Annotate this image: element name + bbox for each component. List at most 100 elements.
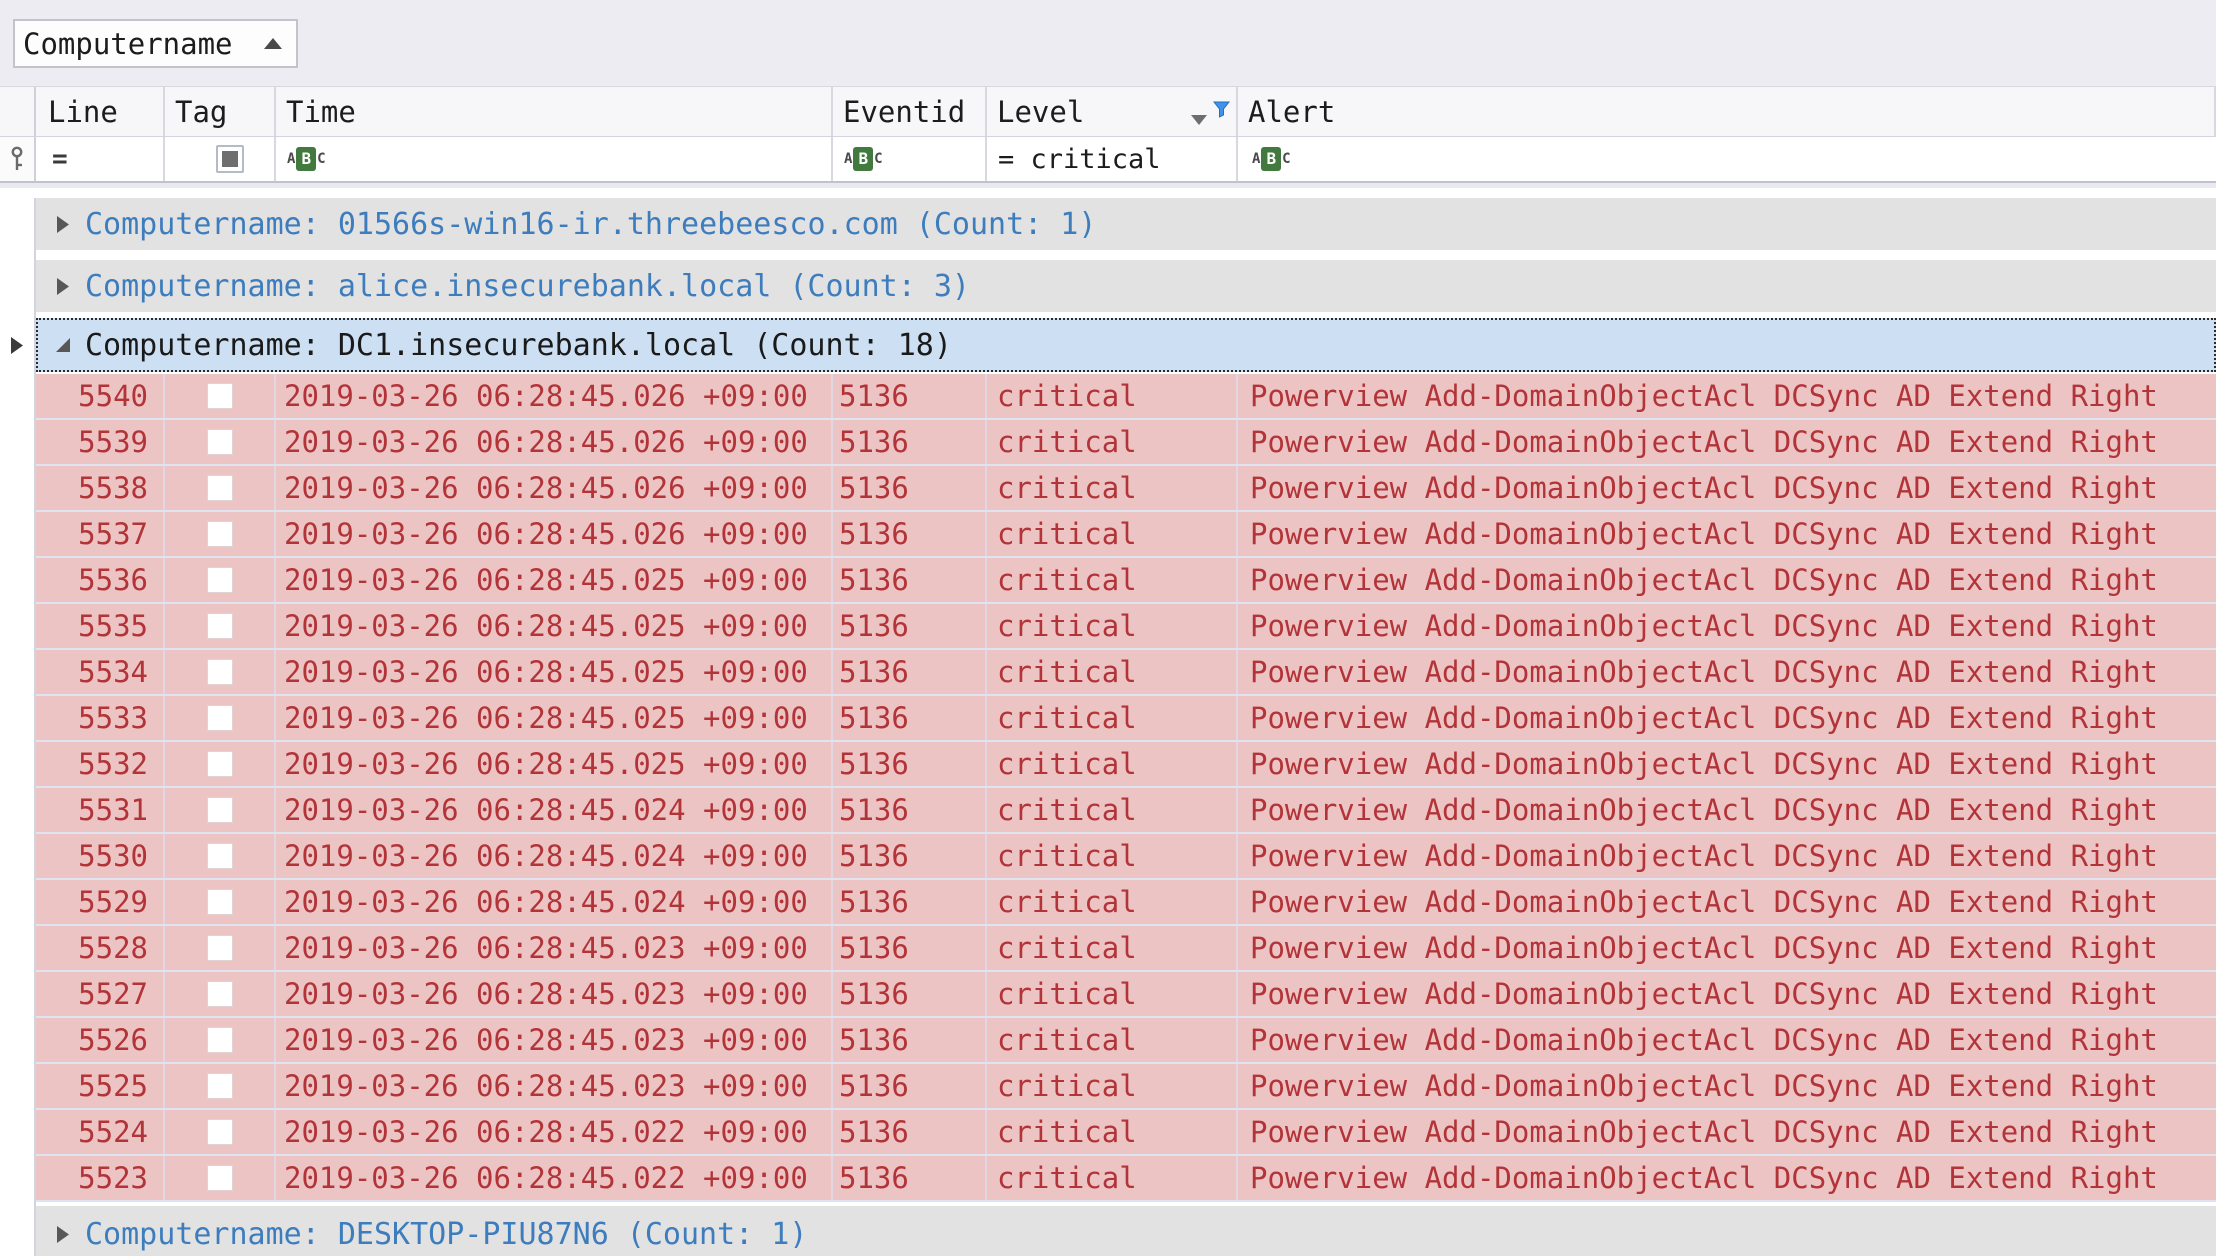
cell-time[interactable]: 2019-03-26 06:28:45.023 +09:00 [276,972,833,1016]
cell-eventid[interactable]: 5136 [833,604,987,648]
table-row[interactable]: 5538 2019-03-26 06:28:45.026 +09:00 5136… [36,466,2216,512]
cell-line[interactable]: 5528 [36,926,165,970]
cell-eventid[interactable]: 5136 [833,788,987,832]
cell-alert[interactable]: Powerview Add-DomainObjectAcl DCSync AD … [1238,1018,2216,1062]
cell-eventid[interactable]: 5136 [833,558,987,602]
tag-checkbox[interactable] [207,1073,233,1099]
cell-alert[interactable]: Powerview Add-DomainObjectAcl DCSync AD … [1238,650,2216,694]
filter-cell-level[interactable]: = critical [987,137,1238,181]
cell-level[interactable]: critical [987,742,1238,786]
table-row[interactable]: 5524 2019-03-26 06:28:45.022 +09:00 5136… [36,1110,2216,1156]
cell-line[interactable]: 5525 [36,1064,165,1108]
cell-line[interactable]: 5530 [36,834,165,878]
cell-level[interactable]: critical [987,972,1238,1016]
cell-line[interactable]: 5526 [36,1018,165,1062]
cell-alert[interactable]: Powerview Add-DomainObjectAcl DCSync AD … [1238,926,2216,970]
cell-alert[interactable]: Powerview Add-DomainObjectAcl DCSync AD … [1238,1064,2216,1108]
cell-level[interactable]: critical [987,374,1238,418]
column-header-time[interactable]: Time [276,87,833,136]
cell-time[interactable]: 2019-03-26 06:28:45.026 +09:00 [276,512,833,556]
group-collapsed-icon[interactable] [57,278,69,295]
abc-filter-type-icon[interactable]: ABC [287,147,326,171]
cell-line[interactable]: 5523 [36,1156,165,1200]
tag-checkbox[interactable] [207,383,233,409]
table-row[interactable]: 5531 2019-03-26 06:28:45.024 +09:00 5136… [36,788,2216,834]
group-expanded-icon[interactable] [56,338,70,352]
tag-checkbox[interactable] [207,1119,233,1145]
table-row[interactable]: 5536 2019-03-26 06:28:45.025 +09:00 5136… [36,558,2216,604]
cell-time[interactable]: 2019-03-26 06:28:45.022 +09:00 [276,1156,833,1200]
tag-checkbox[interactable] [207,935,233,961]
cell-eventid[interactable]: 5136 [833,512,987,556]
table-row[interactable]: 5526 2019-03-26 06:28:45.023 +09:00 5136… [36,1018,2216,1064]
cell-line[interactable]: 5536 [36,558,165,602]
table-row[interactable]: 5528 2019-03-26 06:28:45.023 +09:00 5136… [36,926,2216,972]
cell-line[interactable]: 5529 [36,880,165,924]
tag-checkbox[interactable] [207,889,233,915]
group-collapsed-icon[interactable] [57,1226,69,1243]
cell-time[interactable]: 2019-03-26 06:28:45.024 +09:00 [276,880,833,924]
cell-line[interactable]: 5524 [36,1110,165,1154]
cell-eventid[interactable]: 5136 [833,926,987,970]
table-row[interactable]: 5529 2019-03-26 06:28:45.024 +09:00 5136… [36,880,2216,926]
cell-alert[interactable]: Powerview Add-DomainObjectAcl DCSync AD … [1238,1156,2216,1200]
active-filter-funnel-icon[interactable] [1213,101,1230,118]
table-row[interactable]: 5537 2019-03-26 06:28:45.026 +09:00 5136… [36,512,2216,558]
sort-ascending-icon[interactable] [264,38,282,49]
table-row[interactable]: 5540 2019-03-26 06:28:45.026 +09:00 5136… [36,374,2216,420]
cell-alert[interactable]: Powerview Add-DomainObjectAcl DCSync AD … [1238,742,2216,786]
cell-level[interactable]: critical [987,512,1238,556]
abc-filter-type-icon[interactable]: ABC [1249,147,1291,171]
filter-cell-eventid[interactable]: ABC [833,137,987,181]
tag-checkbox[interactable] [207,751,233,777]
cell-alert[interactable]: Powerview Add-DomainObjectAcl DCSync AD … [1238,880,2216,924]
cell-alert[interactable]: Powerview Add-DomainObjectAcl DCSync AD … [1238,420,2216,464]
cell-line[interactable]: 5531 [36,788,165,832]
cell-time[interactable]: 2019-03-26 06:28:45.026 +09:00 [276,466,833,510]
group-by-field-computername[interactable]: Computername [13,19,298,68]
tag-checkbox[interactable] [207,705,233,731]
cell-level[interactable]: critical [987,788,1238,832]
cell-time[interactable]: 2019-03-26 06:28:45.022 +09:00 [276,1110,833,1154]
group-collapsed-icon[interactable] [57,216,69,233]
cell-eventid[interactable]: 5136 [833,972,987,1016]
cell-time[interactable]: 2019-03-26 06:28:45.023 +09:00 [276,926,833,970]
cell-level[interactable]: critical [987,466,1238,510]
table-row[interactable]: 5532 2019-03-26 06:28:45.025 +09:00 5136… [36,742,2216,788]
cell-level[interactable]: critical [987,1156,1238,1200]
table-row[interactable]: 5533 2019-03-26 06:28:45.025 +09:00 5136… [36,696,2216,742]
cell-level[interactable]: critical [987,880,1238,924]
tag-checkbox[interactable] [207,1165,233,1191]
cell-level[interactable]: critical [987,1064,1238,1108]
cell-time[interactable]: 2019-03-26 06:28:45.025 +09:00 [276,742,833,786]
filter-cell-tag[interactable] [165,137,276,181]
cell-eventid[interactable]: 5136 [833,696,987,740]
cell-time[interactable]: 2019-03-26 06:28:45.023 +09:00 [276,1018,833,1062]
cell-line[interactable]: 5535 [36,604,165,648]
cell-time[interactable]: 2019-03-26 06:28:45.026 +09:00 [276,374,833,418]
cell-level[interactable]: critical [987,1018,1238,1062]
cell-eventid[interactable]: 5136 [833,420,987,464]
filter-cell-alert[interactable]: ABC [1238,137,2216,181]
cell-level[interactable]: critical [987,1110,1238,1154]
cell-alert[interactable]: Powerview Add-DomainObjectAcl DCSync AD … [1238,558,2216,602]
cell-alert[interactable]: Powerview Add-DomainObjectAcl DCSync AD … [1238,1110,2216,1154]
table-row[interactable]: 5535 2019-03-26 06:28:45.025 +09:00 5136… [36,604,2216,650]
cell-eventid[interactable]: 5136 [833,650,987,694]
group-row[interactable]: Computername: DC1.insecurebank.local (Co… [36,318,2216,372]
cell-eventid[interactable]: 5136 [833,466,987,510]
cell-alert[interactable]: Powerview Add-DomainObjectAcl DCSync AD … [1238,466,2216,510]
table-row[interactable]: 5534 2019-03-26 06:28:45.025 +09:00 5136… [36,650,2216,696]
cell-eventid[interactable]: 5136 [833,1110,987,1154]
table-row[interactable]: 5539 2019-03-26 06:28:45.026 +09:00 5136… [36,420,2216,466]
cell-line[interactable]: 5533 [36,696,165,740]
table-row[interactable]: 5523 2019-03-26 06:28:45.022 +09:00 5136… [36,1156,2216,1202]
cell-level[interactable]: critical [987,926,1238,970]
tag-checkbox[interactable] [207,429,233,455]
cell-alert[interactable]: Powerview Add-DomainObjectAcl DCSync AD … [1238,512,2216,556]
cell-alert[interactable]: Powerview Add-DomainObjectAcl DCSync AD … [1238,972,2216,1016]
tag-checkbox[interactable] [207,567,233,593]
cell-level[interactable]: critical [987,834,1238,878]
column-header-alert[interactable]: Alert [1238,87,2216,136]
cell-time[interactable]: 2019-03-26 06:28:45.025 +09:00 [276,650,833,694]
